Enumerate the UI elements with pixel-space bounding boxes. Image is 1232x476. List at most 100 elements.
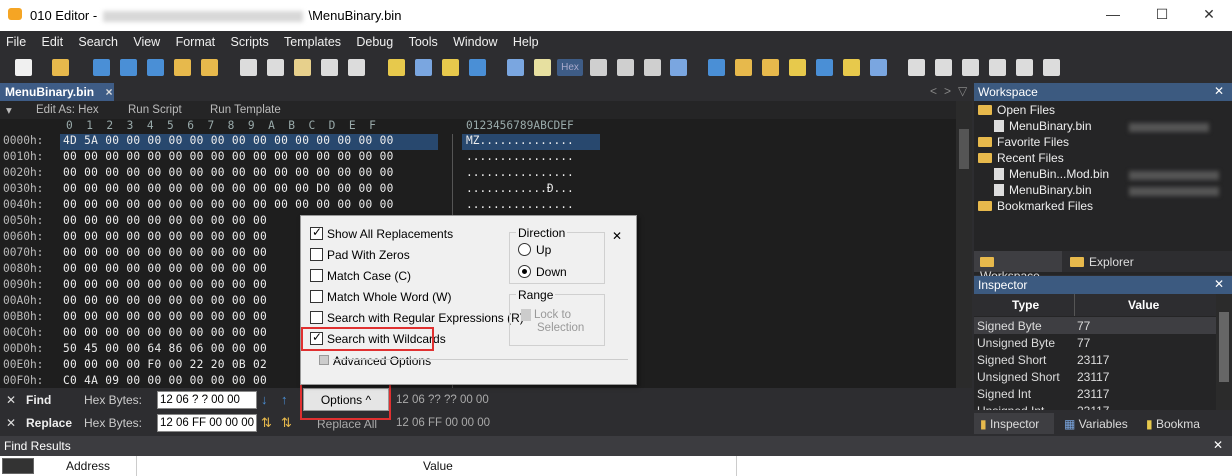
col-value-header[interactable]: Value [1128, 298, 1159, 312]
row-hex[interactable]: 00 00 00 00 00 00 00 00 00 00 [63, 214, 267, 227]
menu-window[interactable]: Window [447, 31, 503, 49]
ws-item-bookmarked[interactable]: Bookmarked Files [978, 199, 1093, 213]
step-into-icon[interactable] [989, 59, 1006, 76]
compare-icon[interactable] [762, 59, 779, 76]
tab-explorer[interactable]: Explorer [1064, 251, 1140, 272]
inspector-row[interactable]: Unsigned Byte 77 [974, 334, 1216, 351]
font-icon[interactable] [507, 59, 524, 76]
tab-list-icon[interactable]: ▽ [958, 84, 967, 98]
find-type-label[interactable]: Hex Bytes: [84, 393, 142, 407]
copy-icon[interactable] [267, 59, 284, 76]
check-icon[interactable] [843, 59, 860, 76]
menu-view[interactable]: View [127, 31, 166, 49]
menu-search[interactable]: Search [72, 31, 124, 49]
lock-to-selection-button[interactable]: Lock to Selection [521, 309, 584, 335]
run-icon[interactable] [908, 59, 925, 76]
match-whole-word-checkbox[interactable]: Match Whole Word (W) [310, 290, 451, 306]
minimize-button[interactable]: — [1103, 6, 1123, 22]
run-script-dropdown[interactable]: Run Script [128, 104, 182, 116]
editor-vertical-scrollbar[interactable] [956, 101, 972, 388]
text-mode-icon[interactable] [590, 59, 607, 76]
open-file-icon[interactable] [52, 59, 69, 76]
ws-item-open-files[interactable]: Open Files [978, 103, 1055, 117]
row-selector[interactable] [2, 458, 34, 474]
paste-icon[interactable] [294, 59, 311, 76]
row-ascii[interactable]: ................ [466, 198, 574, 211]
ws-item-recent[interactable]: Recent Files [978, 151, 1064, 165]
direction-down-radio[interactable]: Down [518, 265, 567, 279]
run-template-dropdown[interactable]: Run Template [210, 104, 281, 116]
row-hex[interactable]: 00 00 00 00 00 00 00 00 00 00 00 00 00 0… [63, 150, 394, 163]
col-type-header[interactable]: Type [1012, 298, 1039, 312]
tab-inspector[interactable]: ▮ Inspector [974, 413, 1054, 434]
save-icon[interactable] [93, 59, 110, 76]
row-hex[interactable]: 00 00 00 00 00 00 00 00 00 00 [63, 262, 267, 275]
col-address-header[interactable]: Address [66, 459, 110, 473]
collapse-icon[interactable]: ▾ [6, 103, 12, 117]
columns-icon[interactable] [644, 59, 661, 76]
tab-menubinary[interactable]: MenuBinary.bin × [0, 83, 114, 101]
col-value-header[interactable]: Value [423, 459, 453, 473]
ws-item-file[interactable]: MenuBinary.bin [994, 183, 1092, 197]
inspector-scrollbar[interactable] [1216, 294, 1232, 410]
step-icon[interactable] [962, 59, 979, 76]
highlight-icon[interactable] [534, 59, 551, 76]
checksum-icon[interactable] [789, 59, 806, 76]
row-ascii[interactable]: ................ [466, 150, 574, 163]
ws-item-file[interactable]: MenuBinary.bin [994, 119, 1092, 133]
match-case-checkbox[interactable]: Match Case (C) [310, 269, 411, 285]
find-in-files-icon[interactable] [442, 59, 459, 76]
inspector-row[interactable]: Unsigned Int 23117 [974, 402, 1216, 410]
redo-icon[interactable] [348, 59, 365, 76]
replace-prev-icon[interactable]: ⇅ [281, 415, 292, 431]
inspector-row[interactable]: Signed Short 23117 [974, 351, 1216, 368]
show-all-replacements-checkbox[interactable]: Show All Replacements [310, 225, 453, 243]
base-convert-icon[interactable] [870, 59, 887, 76]
scrollbar-thumb[interactable] [959, 129, 969, 169]
open-folder-icon[interactable] [174, 59, 191, 76]
hex-mode-button[interactable]: Hex [557, 59, 583, 76]
row-hex[interactable]: 00 00 00 00 00 00 00 00 00 00 [63, 230, 267, 243]
row-hex[interactable]: 00 00 00 00 00 00 00 00 00 00 [63, 278, 267, 291]
histogram-icon[interactable] [816, 59, 833, 76]
menu-help[interactable]: Help [507, 31, 545, 49]
inspector-row[interactable]: Signed Int 23117 [974, 385, 1216, 402]
undo-icon[interactable] [321, 59, 338, 76]
row-hex[interactable]: 00 00 00 00 00 00 00 00 00 00 00 00 D0 0… [63, 182, 394, 195]
advanced-options-toggle[interactable]: Advanced Options [319, 354, 431, 368]
row-ascii[interactable]: MZ.............. [466, 134, 574, 147]
row-hex[interactable]: 4D 5A 00 00 00 00 00 00 00 00 00 00 00 0… [63, 134, 394, 147]
row-hex[interactable]: 00 00 00 00 F0 00 22 20 0B 02 [63, 358, 267, 371]
pad-with-zeros-checkbox[interactable]: Pad With Zeros [310, 248, 410, 264]
tab-scroll-right-icon[interactable]: > [944, 84, 951, 98]
row-ascii[interactable]: ............Ð... [466, 182, 574, 195]
find-icon[interactable] [388, 59, 405, 76]
regex-checkbox[interactable]: Search with Regular Expressions (R) [310, 311, 524, 327]
replace-type-label[interactable]: Hex Bytes: [84, 416, 142, 430]
menu-debug[interactable]: Debug [350, 31, 399, 49]
new-file-icon[interactable] [15, 59, 32, 76]
row-hex[interactable]: 00 00 00 00 00 00 00 00 00 00 [63, 326, 267, 339]
menu-edit[interactable]: Edit [36, 31, 70, 49]
tab-workspace[interactable]: Workspace [974, 251, 1062, 283]
tab-close-icon[interactable]: × [105, 85, 112, 99]
step-over-icon[interactable] [1016, 59, 1033, 76]
cut-icon[interactable] [240, 59, 257, 76]
close-button[interactable]: ✕ [1199, 6, 1219, 23]
maximize-button[interactable]: ☐ [1152, 6, 1172, 23]
replace-icon[interactable] [415, 59, 432, 76]
paragraph-icon[interactable] [617, 59, 634, 76]
row-hex[interactable]: 00 00 00 00 00 00 00 00 00 00 [63, 310, 267, 323]
menu-templates[interactable]: Templates [278, 31, 347, 49]
calculator-icon[interactable] [708, 59, 725, 76]
tab-bookmarks[interactable]: ▮ Bookmarks [1140, 413, 1200, 434]
binary-icon[interactable] [670, 59, 687, 76]
inspector-close-icon[interactable]: ✕ [1214, 277, 1224, 291]
tab-scroll-left-icon[interactable]: < [930, 84, 937, 98]
menu-scripts[interactable]: Scripts [225, 31, 275, 49]
goto-icon[interactable] [469, 59, 486, 76]
replace-input[interactable]: 12 06 FF 00 00 00 [157, 414, 257, 432]
workspace-close-icon[interactable]: ✕ [1214, 84, 1224, 98]
menu-tools[interactable]: Tools [403, 31, 444, 49]
replace-close-icon[interactable]: ✕ [6, 416, 16, 430]
